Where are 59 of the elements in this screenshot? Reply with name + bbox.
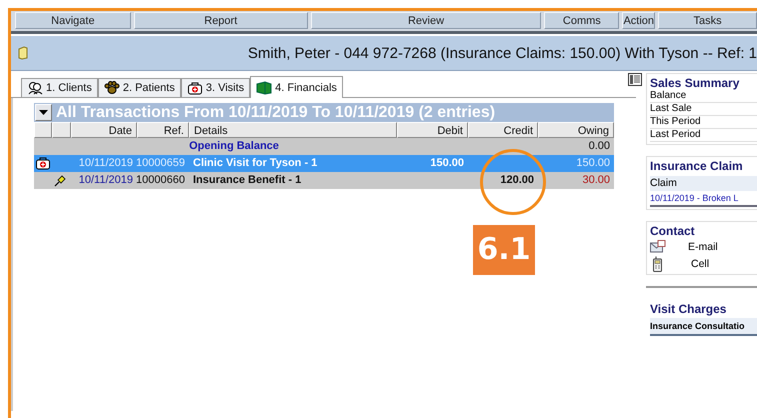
table-cell-text: 10/11/2019	[78, 173, 133, 188]
summary-label: Last Period	[650, 129, 757, 142]
table-cell-text: 150.00	[576, 156, 610, 171]
summary-label: This Period	[650, 116, 757, 129]
table-title: All Transactions From 10/11/2019 To 10/11/2019 (2 entries)	[56, 104, 496, 122]
table-cell-text: Opening Balance	[189, 139, 279, 154]
menu-button[interactable]: Action	[622, 12, 656, 29]
column-header[interactable]: Ref.	[137, 122, 189, 138]
table-cell-text: 10/11/2019	[78, 156, 133, 171]
table-cell-text: Insurance Benefit - 1	[193, 173, 302, 188]
file-icon	[18, 46, 28, 60]
column-header[interactable]: Debit	[397, 122, 468, 138]
table-cell-text: 150.00	[430, 156, 464, 171]
column-header[interactable]: Owing	[538, 122, 614, 138]
summary-label: Last Sale	[650, 103, 757, 116]
medical-bag-icon	[186, 81, 203, 95]
column-header: Claim	[650, 176, 757, 191]
tab[interactable]: 4. Financials	[250, 76, 343, 98]
pushpin-icon	[54, 174, 66, 186]
dropdown-button[interactable]	[35, 104, 52, 121]
paw-icon	[104, 81, 120, 95]
menu-button[interactable]: Report	[134, 12, 308, 29]
table-cell-text: 30.00	[582, 173, 610, 188]
column-header[interactable]: Credit	[468, 122, 538, 138]
panel-title: Insurance Claim	[650, 159, 744, 173]
highlight-circle	[480, 149, 546, 215]
charge-header: Insurance Consultatio	[650, 318, 757, 336]
summary-label: Balance	[650, 90, 757, 103]
table-row[interactable]: Opening Balance 0.00	[34, 138, 614, 155]
contact-label: Cell	[691, 258, 710, 270]
table-cell-text: Clinic Visit for Tyson - 1	[193, 156, 318, 171]
menu-button[interactable]: Tasks	[658, 12, 757, 29]
tab[interactable]: 2. Patients	[98, 78, 181, 97]
step-label: 6.1	[473, 225, 535, 275]
column-header[interactable]: Details	[189, 122, 397, 138]
medical-bag-icon	[36, 157, 50, 170]
column-settings-icon[interactable]	[628, 73, 642, 86]
menu-button[interactable]: Navigate	[15, 12, 131, 29]
claim-link[interactable]: 10/11/2019 - Broken L	[650, 191, 757, 207]
table-cell-text: 0.00	[588, 139, 610, 154]
tab[interactable]: 1. Clients	[21, 78, 98, 97]
panel-title: Contact	[650, 224, 696, 238]
mobile-phone-icon	[653, 256, 662, 272]
window-title: Smith, Peter - 044 972-7268 (Insurance Claims: 150.00) With Tyson -- Ref: 1	[246, 44, 757, 62]
menu-button[interactable]: Review	[310, 12, 542, 29]
table-cell-text: 120.00	[500, 173, 534, 188]
column-header[interactable]: Date	[71, 122, 137, 138]
contact-label: E-mail	[688, 240, 718, 252]
panel-title: Visit Charges	[650, 302, 728, 316]
panel-title: Sales Summary	[650, 76, 740, 90]
people-icon	[27, 81, 43, 95]
table-cell-text: 10000660	[136, 173, 185, 188]
table-cell-text: 10000659	[136, 156, 185, 171]
menu-button[interactable]: Comms	[544, 12, 620, 29]
caret-icon	[39, 110, 48, 115]
table-row[interactable]: 10/11/2019 10000660 Insurance Benefit - 1 120.00 30.00	[34, 172, 614, 189]
email-icon	[650, 240, 666, 253]
money-icon	[256, 80, 272, 94]
tab[interactable]: 3. Visits	[180, 78, 250, 97]
